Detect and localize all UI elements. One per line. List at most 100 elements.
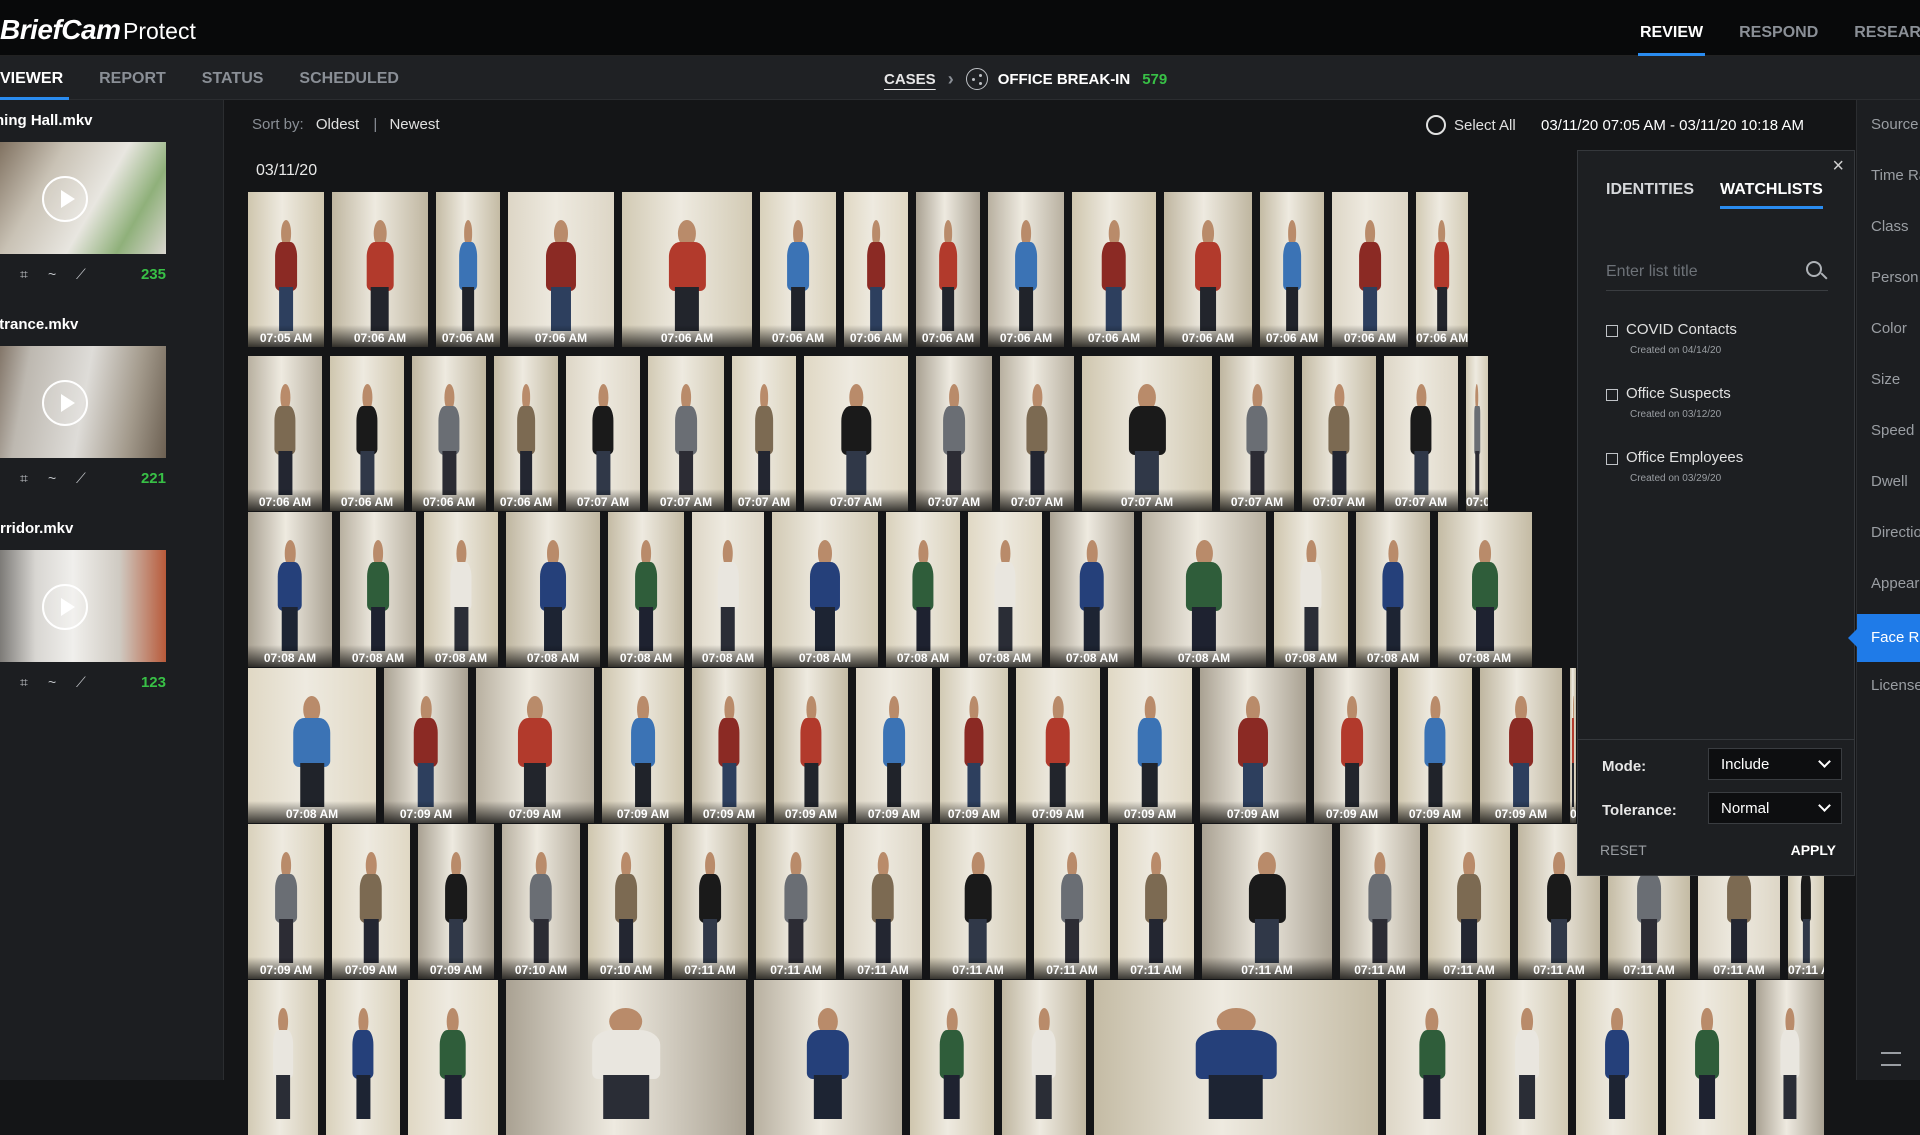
thumbnail-tile[interactable]: 07:11 AM (1118, 824, 1194, 979)
thumbnail-tile[interactable]: 07:09 AM (248, 824, 324, 979)
tab-viewer[interactable]: VIEWER (0, 56, 70, 100)
thumbnail-tile[interactable]: 07:06 AM (494, 356, 558, 511)
thumbnail-tile[interactable]: 07:06 AM (988, 192, 1064, 347)
thumbnail-tile[interactable]: 07:09 AM (332, 824, 410, 979)
thumbnail-tile[interactable]: 07:06 AM (508, 192, 614, 347)
thumbnail-tile[interactable] (754, 980, 902, 1135)
thumbnail-tile[interactable]: 07:08 AM (1142, 512, 1266, 667)
filter-appearance[interactable]: Appearance (1871, 575, 1920, 592)
play-icon[interactable] (42, 176, 88, 222)
tab-status[interactable]: STATUS (202, 56, 264, 100)
thumbnail-tile[interactable] (408, 980, 498, 1135)
crop-icon[interactable]: ⌗ (20, 674, 38, 690)
thumbnail-tile[interactable]: 07:06 AM (412, 356, 486, 511)
thumbnail-tile[interactable]: 07:11 AM (1340, 824, 1420, 979)
thumbnail-tile[interactable]: 07:11 AM (930, 824, 1026, 979)
thumbnail-tile[interactable]: 07:08 AM (340, 512, 416, 667)
thumbnail-tile[interactable]: 07:07 AM (1384, 356, 1458, 511)
thumbnail-tile[interactable]: 07:11 AM (1428, 824, 1510, 979)
thumbnail-tile[interactable] (506, 980, 746, 1135)
filter-face-recognition[interactable]: Face Recognition (1848, 614, 1920, 662)
play-icon[interactable] (42, 380, 88, 426)
share-icon[interactable] (965, 68, 988, 90)
adjust-icon[interactable] (1881, 1052, 1901, 1066)
path-icon[interactable]: ~ (48, 266, 66, 282)
thumbnail-tile[interactable]: 07:07 AM (1302, 356, 1376, 511)
sort-oldest[interactable]: Oldest (316, 116, 359, 133)
thumbnail-tile[interactable]: 07:09 AM (692, 668, 766, 823)
thumbnail-tile[interactable]: 07:06 AM (760, 192, 836, 347)
thumbnail-tile[interactable]: 07:05 AM (248, 192, 324, 347)
sort-newest[interactable]: Newest (389, 116, 439, 133)
path-icon[interactable]: ~ (48, 470, 66, 486)
filter-person[interactable]: Person (1871, 269, 1919, 286)
thumbnail-tile[interactable]: 07:11 AM (1202, 824, 1332, 979)
thumbnail-tile[interactable]: 07:08 AM (692, 512, 764, 667)
thumbnail-tile[interactable] (1002, 980, 1086, 1135)
thumbnail-tile[interactable]: 07:06 AM (330, 356, 404, 511)
search-input[interactable] (1606, 257, 1796, 287)
camera-thumbnail[interactable] (0, 550, 166, 662)
thumbnail-tile[interactable]: 07:06 AM (436, 192, 500, 347)
thumbnail-tile[interactable]: 07:10 AM (588, 824, 664, 979)
filter-size[interactable]: Size (1871, 371, 1900, 388)
camera-item[interactable]: Entrance.mkv ⌗ ~ ⟋ 221 (0, 316, 180, 490)
watchlist-checkbox[interactable] (1606, 389, 1618, 401)
thumbnail-tile[interactable]: 07:07 AM (804, 356, 908, 511)
thumbnail-tile[interactable]: 07:07 AM (1466, 356, 1488, 511)
filter-dwell[interactable]: Dwell (1871, 473, 1908, 490)
thumbnail-tile[interactable] (1756, 980, 1824, 1135)
thumbnail-tile[interactable]: 07:06 AM (844, 192, 908, 347)
watchlist-checkbox[interactable] (1606, 453, 1618, 465)
search-icon[interactable] (1806, 261, 1822, 277)
nav-research[interactable]: RESEARCH (1854, 0, 1920, 56)
thumbnail-tile[interactable]: 07:08 AM (886, 512, 960, 667)
camera-thumbnail[interactable] (0, 346, 166, 458)
tolerance-select[interactable]: Normal (1708, 792, 1842, 824)
thumbnail-tile[interactable] (1094, 980, 1378, 1135)
thumbnail-tile[interactable]: 07:09 AM (476, 668, 594, 823)
tab-report[interactable]: REPORT (99, 56, 166, 100)
filter-speed[interactable]: Speed (1871, 422, 1914, 439)
tab-identities[interactable]: IDENTITIES (1606, 181, 1694, 209)
crop-icon[interactable]: ⌗ (20, 266, 38, 282)
crop-icon[interactable]: ⌗ (20, 470, 38, 486)
thumbnail-tile[interactable]: 07:07 AM (1000, 356, 1074, 511)
thumbnail-tile[interactable]: 07:07 AM (1220, 356, 1294, 511)
thumbnail-tile[interactable]: 07:06 AM (1164, 192, 1252, 347)
thumbnail-tile[interactable]: 07:08 AM (1356, 512, 1430, 667)
filter-source[interactable]: Source (1871, 116, 1919, 133)
mode-select[interactable]: Include (1708, 748, 1842, 780)
thumbnail-tile[interactable]: 07:09 AM (1108, 668, 1192, 823)
thumbnail-tile[interactable]: 07:06 AM (916, 192, 980, 347)
reset-button[interactable]: RESET (1600, 842, 1647, 858)
thumbnail-tile[interactable]: 07:09 AM (940, 668, 1008, 823)
thumbnail-tile[interactable]: 07:09 AM (384, 668, 468, 823)
filter-time-range[interactable]: Time Range (1871, 167, 1920, 184)
thumbnail-tile[interactable]: 07:11 AM (844, 824, 922, 979)
apply-button[interactable]: APPLY (1791, 842, 1836, 858)
camera-thumbnail[interactable] (0, 142, 166, 254)
thumbnail-tile[interactable]: 07:09 AM (856, 668, 932, 823)
thumbnail-tile[interactable]: 07:09 AM (774, 668, 848, 823)
close-icon[interactable]: × (1832, 155, 1844, 178)
thumbnail-tile[interactable]: 07:10 AM (502, 824, 580, 979)
thumbnail-tile[interactable]: 07:09 AM (1398, 668, 1472, 823)
thumbnail-tile[interactable]: 07:06 AM (1260, 192, 1324, 347)
tab-watchlists[interactable]: WATCHLISTS (1720, 181, 1823, 209)
select-all-radio[interactable] (1426, 115, 1446, 135)
thumbnail-tile[interactable] (326, 980, 400, 1135)
camera-item[interactable]: Dining Hall.mkv ⌗ ~ ⟋ 235 (0, 112, 180, 286)
thumbnail-tile[interactable]: 07:09 AM (1314, 668, 1390, 823)
thumbnail-tile[interactable]: 07:09 AM (418, 824, 494, 979)
thumbnail-tile[interactable]: 07:08 AM (1050, 512, 1134, 667)
thumbnail-tile[interactable] (1486, 980, 1568, 1135)
filter-license-plate[interactable]: License Plate (1871, 677, 1920, 694)
thumbnail-tile[interactable]: 07:08 AM (968, 512, 1042, 667)
pin-icon[interactable]: ⟋ (76, 674, 94, 690)
pin-icon[interactable]: ⟋ (76, 470, 94, 486)
thumbnail-tile[interactable]: 07:08 AM (248, 512, 332, 667)
thumbnail-tile[interactable]: 07:07 AM (916, 356, 992, 511)
tab-scheduled[interactable]: SCHEDULED (299, 56, 399, 100)
thumbnail-tile[interactable]: 07:07 AM (732, 356, 796, 511)
